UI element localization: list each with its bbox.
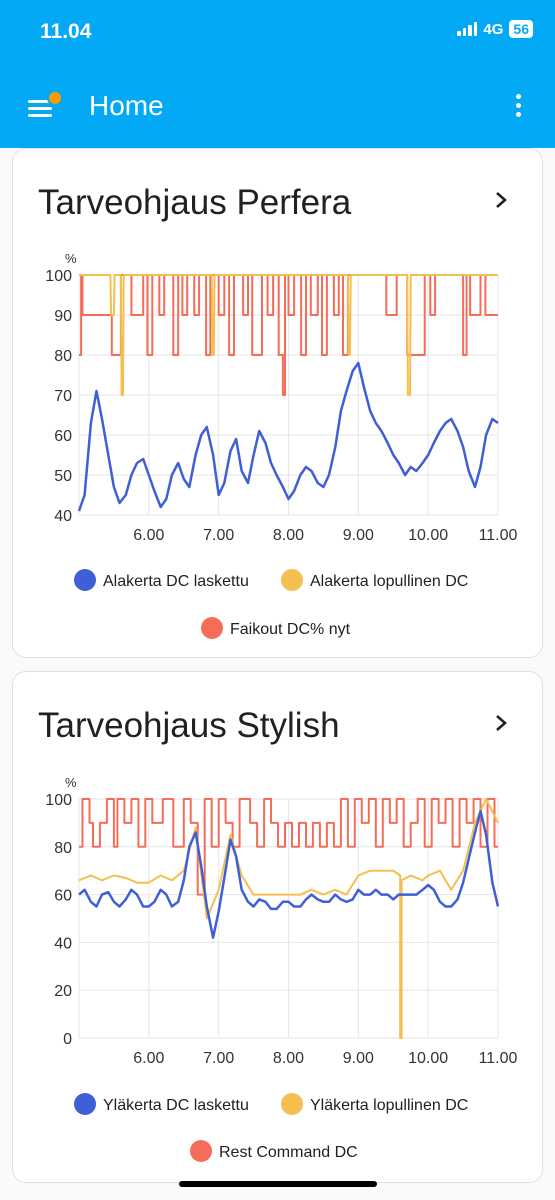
y-tick-label: 40 xyxy=(54,935,72,952)
y-tick-label: 70 xyxy=(54,388,72,405)
legend-label: Yläkerta DC laskettu xyxy=(103,1097,249,1114)
home-indicator xyxy=(179,1181,377,1187)
y-axis-unit: % xyxy=(65,775,77,790)
x-tick-label: 6.00 xyxy=(133,527,164,544)
y-tick-label: 100 xyxy=(45,792,72,809)
legend-label: Yläkerta lopullinen DC xyxy=(310,1097,468,1114)
status-bar: 11.04 4G 56 xyxy=(0,0,555,66)
y-axis-unit: % xyxy=(65,251,77,266)
x-tick-label: 7.00 xyxy=(203,527,234,544)
network-type: 4G xyxy=(483,20,504,38)
legend-swatch xyxy=(74,569,96,591)
legend-swatch xyxy=(190,1140,212,1162)
card-perfera[interactable]: Tarveohjaus Perfera % 100 90 80 70 60 50 40 6.00… xyxy=(12,148,543,658)
x-tick-label: 10.00 xyxy=(408,527,448,544)
x-tick-label: 10.00 xyxy=(408,1050,448,1067)
chart-perfera: % 100 90 80 70 60 50 40 6.00 7.00 8.00 9.00 10.00 11.… xyxy=(45,251,518,639)
more-options-button[interactable] xyxy=(513,94,523,122)
card-stylish[interactable]: Tarveohjaus Stylish % 100 80 60 40 20 0 6.00 7.0… xyxy=(12,671,543,1183)
x-tick-label: 11.00 xyxy=(479,1050,518,1067)
legend-swatch xyxy=(74,1093,96,1115)
legend-swatch xyxy=(281,1093,303,1115)
status-time: 11.04 xyxy=(40,20,92,43)
y-tick-label: 100 xyxy=(45,268,72,285)
signal-icon xyxy=(457,22,478,36)
y-tick-label: 50 xyxy=(54,468,72,485)
page-title: Home xyxy=(89,90,164,121)
y-tick-label: 0 xyxy=(63,1031,72,1048)
y-tick-label: 90 xyxy=(54,308,72,325)
battery-icon: 56 xyxy=(509,20,533,38)
x-tick-label: 6.00 xyxy=(133,1050,164,1067)
x-tick-label: 9.00 xyxy=(343,1050,374,1067)
legend-label: Alakerta lopullinen DC xyxy=(310,573,468,590)
x-tick-label: 9.00 xyxy=(343,527,374,544)
notification-dot-icon xyxy=(47,90,63,106)
y-tick-label: 60 xyxy=(54,888,72,905)
legend-swatch xyxy=(201,617,223,639)
legend-label: Rest Command DC xyxy=(219,1144,358,1161)
chart-stylish: % 100 80 60 40 20 0 6.00 7.00 8.00 9.00 10.00 11.00 Y… xyxy=(45,775,518,1162)
y-tick-label: 60 xyxy=(54,428,72,445)
menu-button[interactable] xyxy=(26,90,66,124)
y-tick-label: 80 xyxy=(54,840,72,857)
legend-label: Alakerta DC laskettu xyxy=(103,573,249,590)
y-tick-label: 20 xyxy=(54,983,72,1000)
legend-swatch xyxy=(281,569,303,591)
y-tick-label: 80 xyxy=(54,348,72,365)
x-tick-label: 7.00 xyxy=(203,1050,234,1067)
app-bar: Home xyxy=(0,66,555,148)
status-icons: 4G 56 xyxy=(457,20,533,38)
y-tick-label: 40 xyxy=(54,508,72,525)
x-tick-label: 11.00 xyxy=(479,527,518,544)
more-vert-icon xyxy=(515,94,521,99)
x-tick-label: 8.00 xyxy=(273,1050,304,1067)
x-tick-label: 8.00 xyxy=(273,527,304,544)
legend-label: Faikout DC% nyt xyxy=(230,621,351,638)
